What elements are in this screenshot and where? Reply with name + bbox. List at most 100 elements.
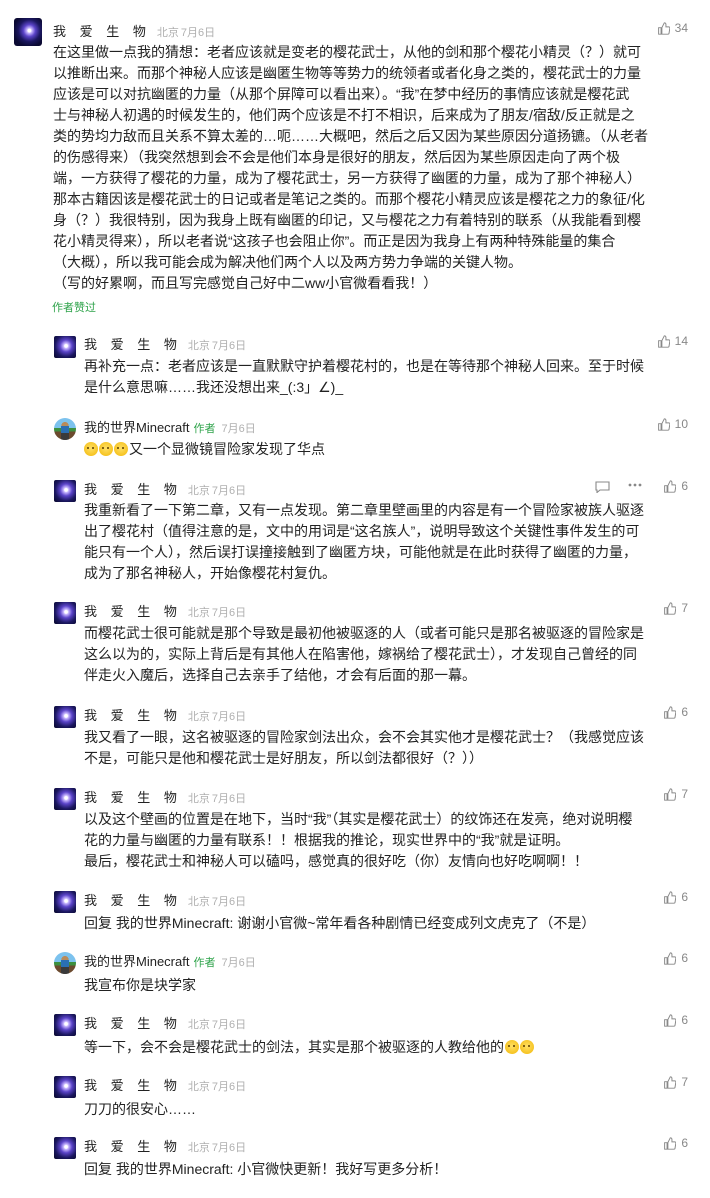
comment-header: 我 爱 生 物 北京 7月6日 (84, 479, 246, 498)
avatar[interactable] (54, 1076, 76, 1098)
like-button[interactable]: 7 (663, 787, 688, 801)
text-line: 能只有一个人），然后误打误撞接触到了幽匿方块，可能他就是在此时获得了幽匿的力量， (84, 544, 637, 560)
username[interactable]: 我 爱 生 物 (84, 1136, 182, 1155)
comment-text: 而樱花武士很可能就是那个导致是最初他被驱逐的人（或者可能只是那名被驱逐的冒险家是… (84, 623, 644, 686)
comment-header: 我 爱 生 物 北京 7月6日 (84, 787, 246, 806)
like-button[interactable]: 14 (657, 334, 688, 348)
comment-header: 我 爱 生 物 北京 7月6日 (84, 705, 246, 724)
thumb-up-icon[interactable] (657, 21, 670, 35)
avatar[interactable] (54, 1137, 76, 1159)
text-line: 再补充一点：老者应该是一直默默守护着樱花村的，也是在等待那个神秘人回来。至于时候 (84, 358, 644, 374)
emoji-icon (114, 442, 128, 456)
avatar[interactable] (54, 480, 76, 502)
location: 北京 (187, 793, 210, 805)
text-line: 我又看了一眼，这名被驱逐的冒险家剑法出众，会不会其实他才是樱花武士？（我感觉应该 (84, 729, 644, 745)
text-line: （写的好累啊，而且写完感觉自己好中二ww小官微看看我！） (53, 275, 438, 291)
date: 7月6日 (211, 711, 247, 723)
avatar[interactable] (54, 891, 76, 913)
text-line: 刀刀的很安心…… (84, 1101, 196, 1117)
like-button[interactable]: 6 (663, 1136, 688, 1150)
text-line: （大概），所以我可能会成为解决他们两个人以及两方势力争端的关键人物。 (53, 254, 522, 270)
comment-header: 我的世界Minecraft 作者 7月6日 (84, 417, 256, 436)
avatar[interactable] (54, 336, 76, 358)
location: 北京 (187, 1019, 210, 1031)
emoji-icon (99, 442, 113, 456)
thumb-up-icon[interactable] (657, 417, 670, 431)
thumb-up-icon[interactable] (663, 1075, 677, 1089)
text-line: 那本古籍因该是樱花武士的日记或者是笔记之类的。而那个樱花小精灵应该是樱花之力的象… (53, 191, 645, 207)
username[interactable]: 我 爱 生 物 (84, 787, 182, 806)
thumb-up-icon[interactable] (663, 601, 677, 615)
username[interactable]: 我 爱 生 物 (53, 21, 151, 40)
date: 7月6日 (211, 607, 247, 619)
text-line: 而樱花武士很可能就是那个导致是最初他被驱逐的人（或者可能只是那名被驱逐的冒险家是 (84, 625, 644, 641)
text-line: 士与神秘人初遇的时候发生的，他们两个应该是不打不相识，后来成为了朋友/宿敌/反正… (53, 107, 635, 123)
like-count: 6 (681, 890, 688, 904)
text-line: 类的势均力敌而且关系不算太差的…呃……大概吧，然后之后又因为某些原因分道扬镳。（… (53, 128, 648, 144)
thumb-up-icon[interactable] (663, 1136, 677, 1150)
date: 7月6日 (211, 793, 247, 805)
thumb-up-icon[interactable] (663, 479, 677, 493)
thumb-up-icon[interactable] (663, 890, 677, 904)
like-button[interactable]: 34 (657, 21, 688, 35)
like-button[interactable]: 6 (663, 890, 688, 904)
like-button[interactable]: 6 (663, 1013, 688, 1027)
comment-text: 我重新看了一下第二章，又有一点发现。第二章里壁画里的内容是有一个冒险家被族人驱逐… (84, 500, 644, 584)
author-badge: 作者 (193, 957, 216, 969)
thumb-up-icon[interactable] (663, 787, 677, 801)
thumb-up-icon[interactable] (663, 705, 677, 719)
avatar[interactable] (14, 18, 42, 46)
username[interactable]: 我 爱 生 物 (84, 334, 182, 353)
avatar[interactable] (54, 788, 76, 810)
comment-header: 我 爱 生 物 北京 7月6日 (84, 334, 246, 353)
text-line: 在这里做一点我的猜想：老者应该就是变老的樱花武士，从他的剑和那个樱花小精灵（？）… (53, 44, 641, 60)
comment-header: 我 爱 生 物 北京 7月6日 (84, 1136, 246, 1155)
text-line: 不是，可能只是他和樱花武士是好朋友，所以剑法都很好（？）） (84, 750, 483, 766)
like-button[interactable]: 7 (663, 601, 688, 615)
text-line: 出了樱花村（值得注意的是，文中的用词是“这名族人”，说明导致这个关键性事件发生的… (84, 523, 640, 539)
username[interactable]: 我的世界Minecraft (84, 951, 189, 970)
text-line: 以及这个壁画的位置是在地下，当时“我”（其实是樱花武士）的纹饰还在发亮，绝对说明… (84, 811, 633, 827)
more-options-icon[interactable] (628, 483, 642, 487)
avatar[interactable] (54, 602, 76, 624)
username[interactable]: 我 爱 生 物 (84, 705, 182, 724)
text-line: 应该是可以对抗幽匿的力量（从那个屏障可以看出来）。“我”在梦中经历的事情应该就是… (53, 86, 630, 102)
username[interactable]: 我的世界Minecraft (84, 417, 189, 436)
like-button[interactable]: 6 (663, 705, 688, 719)
avatar[interactable] (54, 706, 76, 728)
thumb-up-icon[interactable] (657, 334, 670, 348)
username[interactable]: 我 爱 生 物 (84, 601, 182, 620)
like-button[interactable]: 10 (657, 417, 688, 431)
date: 7月6日 (211, 485, 247, 497)
comment-header: 我 爱 生 物 北京 7月6日 (84, 890, 246, 909)
comment-header: 我 爱 生 物 北京 7月6日 (84, 601, 246, 620)
like-button[interactable]: 7 (663, 1075, 688, 1089)
comment-menu-icon[interactable] (595, 481, 610, 493)
username[interactable]: 我 爱 生 物 (84, 1075, 182, 1094)
avatar[interactable] (54, 952, 76, 974)
like-count: 7 (681, 1075, 688, 1089)
author-badge: 作者 (193, 423, 216, 435)
like-count: 6 (681, 479, 688, 493)
text-line: 小官微快更新！我好写更多分析！ (237, 1161, 448, 1177)
text-line: 是什么意思嘛……我还没想出来_(:3」∠)_ (84, 379, 344, 395)
comment-text: 以及这个壁画的位置是在地下，当时“我”（其实是樱花武士）的纹饰还在发亮，绝对说明… (84, 809, 632, 872)
like-count: 10 (674, 417, 688, 431)
username[interactable]: 我 爱 生 物 (84, 890, 182, 909)
like-count: 6 (681, 705, 688, 719)
avatar[interactable] (54, 1014, 76, 1036)
avatar[interactable] (54, 418, 76, 440)
like-button[interactable]: 6 (663, 951, 688, 965)
like-count: 6 (681, 1136, 688, 1150)
username[interactable]: 我 爱 生 物 (84, 479, 182, 498)
username[interactable]: 我 爱 生 物 (84, 1013, 182, 1032)
like-button[interactable]: 6 (663, 479, 688, 493)
thumb-up-icon[interactable] (663, 951, 677, 965)
emoji-icon (520, 1040, 534, 1054)
reply-to-link[interactable]: 回复 我的世界Minecraft: (84, 1161, 233, 1177)
text-line: 端，一方获得了樱花的力量，成为了樱花武士，另一方获得了幽匿的力量，成为了那个神秘… (53, 170, 641, 186)
reply-to-link[interactable]: 回复 我的世界Minecraft: (84, 915, 233, 931)
text-line: 的伤感得来）（我突然想到会不会是他们本身是很好的朋友，然后因为某些原因走向了两个… (53, 149, 620, 165)
thumb-up-icon[interactable] (663, 1013, 677, 1027)
text-line: 我重新看了一下第二章，又有一点发现。第二章里壁画里的内容是有一个冒险家被族人驱逐 (84, 502, 644, 518)
